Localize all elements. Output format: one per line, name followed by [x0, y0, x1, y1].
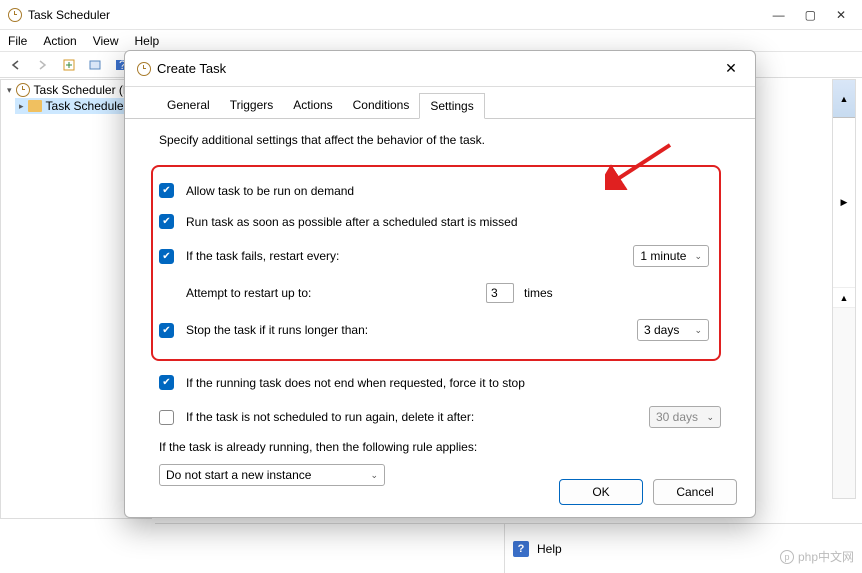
- properties-button[interactable]: [84, 54, 106, 76]
- create-task-dialog: Create Task ✕ General Triggers Actions C…: [124, 50, 756, 518]
- menu-help[interactable]: Help: [135, 34, 160, 48]
- dialog-close-button[interactable]: ✕: [719, 60, 743, 77]
- label-running-rule: If the task is already running, then the…: [159, 440, 721, 454]
- right-arrow-icon: ▶: [841, 197, 848, 208]
- menu-file[interactable]: File: [8, 34, 27, 48]
- back-button[interactable]: [6, 54, 28, 76]
- label-delete-after: If the task is not scheduled to run agai…: [186, 410, 637, 424]
- select-restart-interval[interactable]: 1 minute⌄: [633, 245, 709, 267]
- chevron-right-icon: ▸: [19, 101, 24, 112]
- label-force-stop: If the running task does not end when re…: [186, 376, 721, 390]
- label-attempt: Attempt to restart up to:: [186, 286, 476, 300]
- folder-icon: [28, 100, 42, 112]
- highlighted-settings: ✔ Allow task to be run on demand ✔ Run t…: [151, 165, 721, 361]
- dialog-tabs: General Triggers Actions Conditions Sett…: [125, 87, 755, 119]
- window-title: Task Scheduler: [28, 8, 773, 22]
- menu-action[interactable]: Action: [43, 34, 76, 48]
- help-icon: ?: [513, 541, 529, 557]
- panel-collapse-1[interactable]: ▶: [833, 118, 855, 288]
- dialog-title: Create Task: [157, 61, 719, 76]
- bottom-panel: ? Help: [155, 523, 862, 573]
- actions-panel: ▲ ▶ ▲: [832, 79, 856, 499]
- actions-panel-header: ▲: [833, 80, 855, 118]
- forward-button[interactable]: [32, 54, 54, 76]
- checkbox-run-missed[interactable]: ✔: [159, 214, 174, 229]
- clock-icon: [16, 83, 30, 97]
- checkbox-delete-after[interactable]: [159, 410, 174, 425]
- up-arrow-icon[interactable]: ▲: [840, 94, 849, 104]
- label-stop-long: Stop the task if it runs longer than:: [186, 323, 625, 337]
- dialog-titlebar: Create Task ✕: [125, 51, 755, 87]
- minimize-button[interactable]: —: [773, 8, 785, 22]
- up-button[interactable]: [58, 54, 80, 76]
- menu-view[interactable]: View: [93, 34, 119, 48]
- tab-actions[interactable]: Actions: [283, 93, 342, 118]
- watermark: p php中文网: [780, 548, 854, 565]
- close-button[interactable]: ✕: [836, 8, 846, 22]
- clock-icon: [137, 62, 151, 76]
- chevron-down-icon: ▾: [7, 85, 12, 96]
- checkbox-force-stop[interactable]: ✔: [159, 375, 174, 390]
- input-attempt-count[interactable]: 3: [486, 283, 514, 303]
- label-times: times: [524, 286, 553, 300]
- tab-conditions[interactable]: Conditions: [343, 93, 420, 118]
- tab-triggers[interactable]: Triggers: [220, 93, 284, 118]
- label-allow-demand: Allow task to be run on demand: [186, 184, 709, 198]
- bottom-left-pane: [155, 524, 505, 573]
- tree-root-label: Task Scheduler (L: [34, 83, 130, 97]
- checkbox-stop-long[interactable]: ✔: [159, 323, 174, 338]
- select-delete-after: 30 days⌄: [649, 406, 721, 428]
- menubar: File Action View Help: [0, 30, 862, 52]
- dialog-body: Specify additional settings that affect …: [125, 119, 755, 498]
- maximize-button[interactable]: ▢: [805, 8, 816, 22]
- checkbox-allow-demand[interactable]: ✔: [159, 183, 174, 198]
- label-restart-fail: If the task fails, restart every:: [186, 249, 621, 263]
- select-stop-duration[interactable]: 3 days⌄: [637, 319, 709, 341]
- watermark-text: php中文网: [798, 548, 854, 565]
- settings-description: Specify additional settings that affect …: [159, 133, 721, 147]
- tab-settings[interactable]: Settings: [419, 93, 484, 119]
- dialog-footer: OK Cancel: [559, 479, 737, 505]
- help-label[interactable]: Help: [537, 542, 562, 556]
- tree-library-label: Task Schedule: [46, 99, 124, 113]
- select-running-rule[interactable]: Do not start a new instance⌄: [159, 464, 385, 486]
- cancel-button[interactable]: Cancel: [653, 479, 737, 505]
- label-run-missed: Run task as soon as possible after a sch…: [186, 215, 709, 229]
- main-titlebar: Task Scheduler — ▢ ✕: [0, 0, 862, 30]
- checkbox-restart-fail[interactable]: ✔: [159, 249, 174, 264]
- up-arrow-icon: ▲: [840, 293, 849, 303]
- ok-button[interactable]: OK: [559, 479, 643, 505]
- app-icon: [8, 8, 22, 22]
- watermark-logo: p: [780, 550, 794, 564]
- panel-collapse-2[interactable]: ▲: [833, 288, 855, 308]
- tab-general[interactable]: General: [157, 93, 220, 118]
